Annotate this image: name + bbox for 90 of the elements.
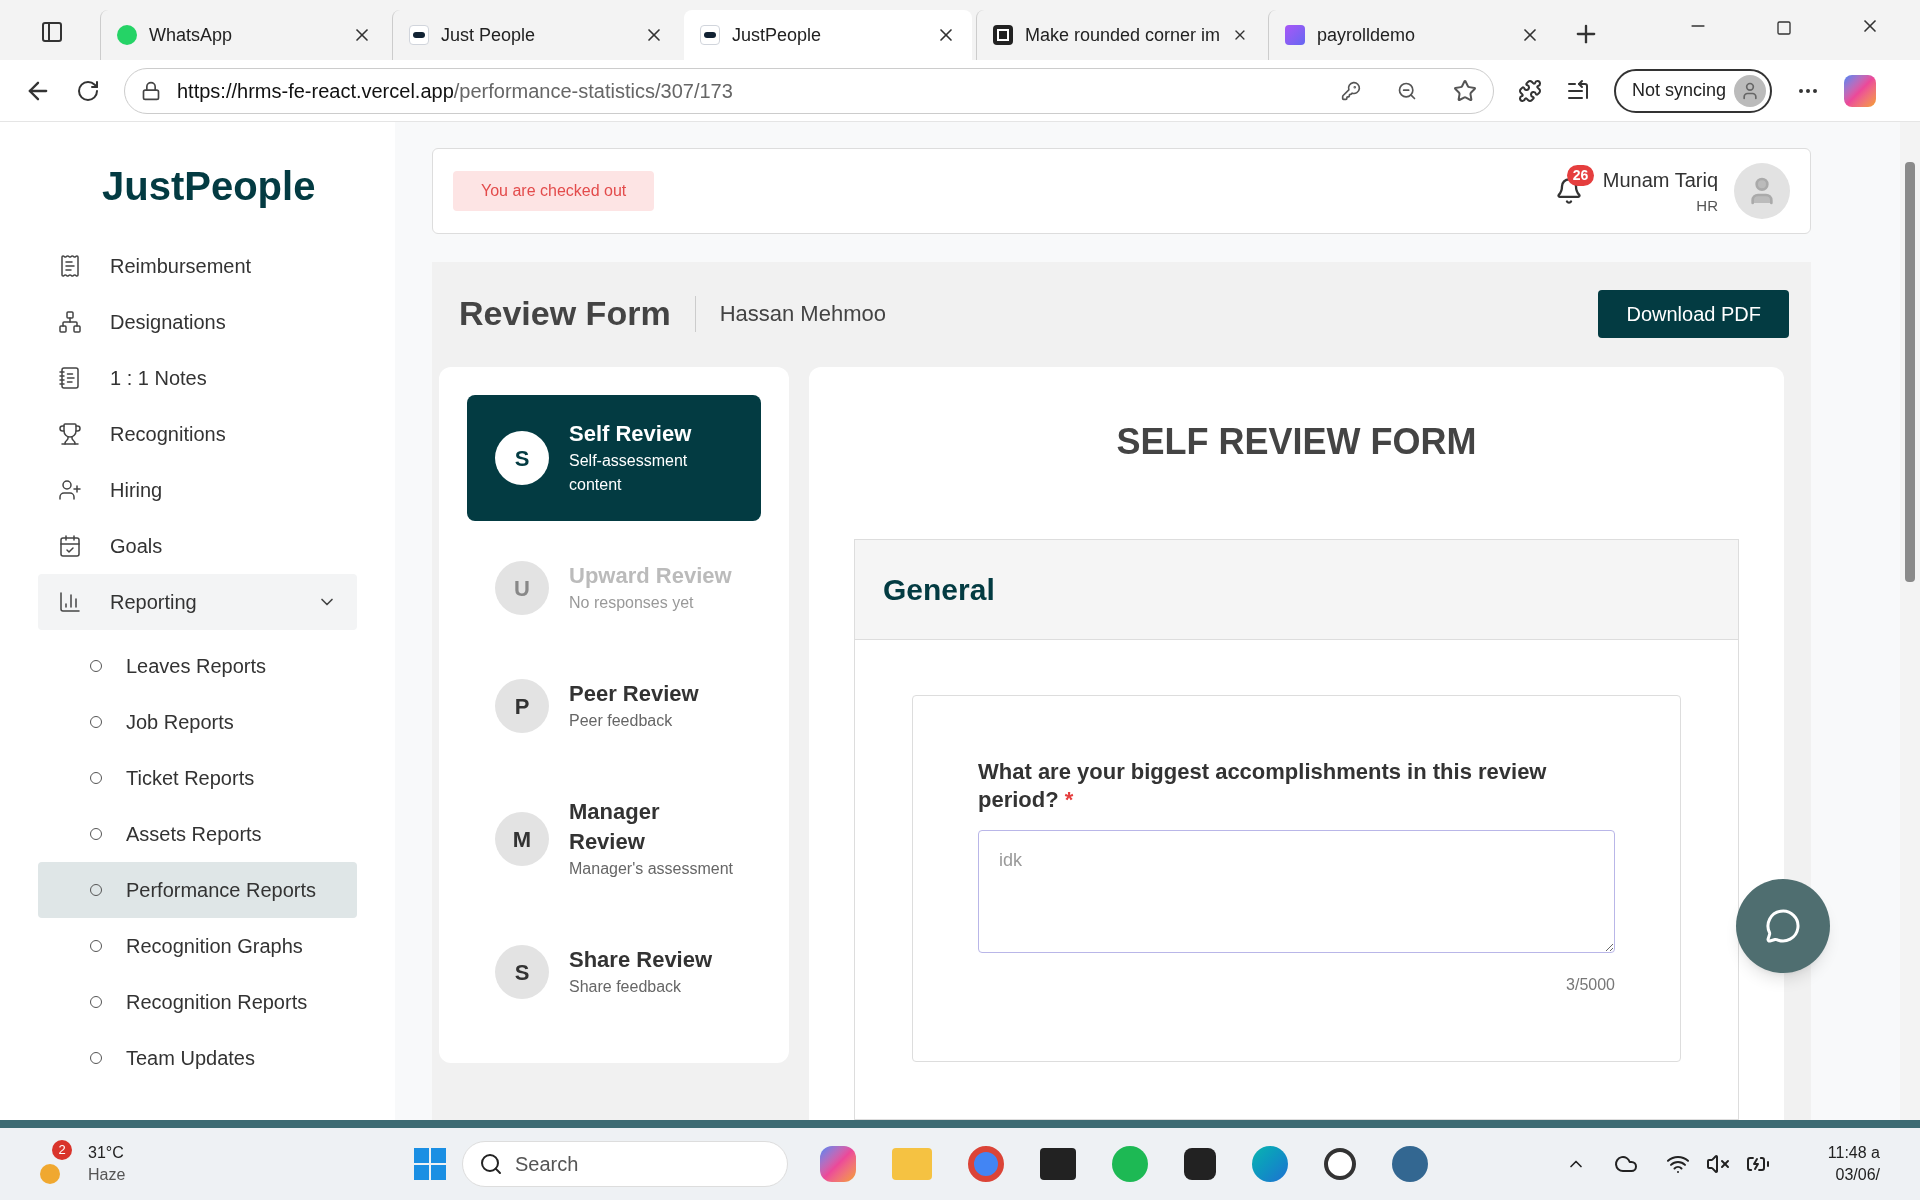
sidebar-item[interactable]: Goals [38, 518, 357, 574]
user-role: HR [1696, 195, 1718, 216]
trophy-icon [58, 422, 82, 446]
search-icon [479, 1152, 503, 1176]
submenu-item[interactable]: Assets Reports [38, 806, 357, 862]
character-count: 3/5000 [1566, 975, 1615, 995]
question-text: What are your biggest accomplishments in this review period? * [978, 758, 1548, 814]
url-text: https://hrms-fe-react.vercel.app/performance-statistics/307/173 [177, 78, 734, 104]
record-icon[interactable] [1324, 1148, 1356, 1180]
maximize-icon[interactable] [1776, 20, 1792, 36]
notes-icon [58, 366, 82, 390]
step-subtitle: Manager's assessment [569, 859, 733, 879]
weather-condition: Haze [88, 1165, 127, 1185]
copilot-icon[interactable] [1844, 74, 1877, 107]
employee-name: Hassan Mehmoo [719, 300, 886, 328]
step-subtitle: No responses yet [569, 593, 695, 613]
step-subtitle: Self-assessment content [569, 451, 689, 495]
sidebar-item[interactable]: Reporting [38, 574, 357, 630]
tab-title: JustPeople [732, 23, 823, 47]
step-subtitle: Peer feedback [569, 711, 674, 731]
step-title: Upward Review [569, 562, 733, 590]
section-title: General [883, 572, 995, 608]
tab-title: Just People [441, 23, 537, 47]
weather-badge: 2 [52, 1140, 72, 1160]
logo-icon [1285, 25, 1305, 45]
app-logo[interactable]: JustPeople [102, 156, 395, 216]
step-avatar: P [495, 679, 549, 733]
step-subtitle: Share feedback [569, 977, 683, 997]
submenu-item[interactable]: Team Updates [38, 1030, 357, 1086]
sidebar-item[interactable]: Hiring [38, 462, 357, 518]
tab-title: WhatsApp [149, 23, 234, 47]
profile-button[interactable]: Not syncing [1614, 68, 1773, 113]
sidebar-toggle-icon[interactable] [40, 20, 64, 44]
logo-icon [409, 25, 429, 45]
step-title: Manager Review [569, 798, 661, 856]
logo-icon [993, 25, 1013, 45]
calendar-icon [58, 534, 82, 558]
notification-count: 26 [1566, 165, 1595, 186]
user-name: Munam Tariq [1602, 167, 1718, 193]
app-icon[interactable] [1184, 1148, 1216, 1180]
windows-start-icon[interactable] [414, 1148, 446, 1180]
form-title: SELF REVIEW FORM [1116, 420, 1477, 464]
mute-icon[interactable] [1706, 1152, 1730, 1176]
chart-icon [58, 590, 82, 614]
scrollbar[interactable] [1900, 122, 1920, 1120]
step-avatar: M [495, 812, 549, 866]
star-icon[interactable] [1453, 78, 1477, 103]
submenu-item[interactable]: Recognition Reports [38, 974, 357, 1030]
step-title: Share Review [569, 946, 714, 974]
lock-icon [141, 80, 161, 101]
key-icon[interactable] [1341, 80, 1361, 101]
submenu-item[interactable]: Leaves Reports [38, 638, 357, 694]
taskbar-search-field[interactable]: Search [462, 1141, 788, 1187]
zoom-out-icon[interactable] [1397, 80, 1417, 101]
copilot-icon[interactable] [820, 1146, 856, 1182]
step-title: Self Review [569, 420, 693, 448]
status-badge: You are checked out [453, 171, 655, 211]
sidebar-item[interactable]: 1 : 1 Notes [38, 350, 357, 406]
chat-icon [1765, 908, 1801, 944]
step-avatar: S [495, 431, 549, 485]
sidebar-item[interactable]: Designations [38, 294, 357, 350]
logo-icon [700, 25, 720, 45]
browser-tab[interactable]: JustPeople [684, 10, 972, 60]
submenu-item[interactable]: Job Reports [38, 694, 357, 750]
download-pdf-button[interactable]: Download PDF [1598, 289, 1789, 338]
step-avatar: S [495, 945, 549, 999]
temperature: 31°C [88, 1143, 125, 1163]
avatar-icon [1734, 74, 1767, 107]
extensions-icon[interactable] [1518, 78, 1542, 103]
clock-date: 03/06/ [1835, 1165, 1880, 1185]
sidebar-item[interactable]: Reimbursement [38, 238, 357, 294]
submenu-item[interactable]: Performance Reports [38, 862, 357, 918]
network-icon [58, 310, 82, 334]
user-plus-icon [58, 478, 82, 502]
review-step[interactable]: S Share Review Share feedback [467, 921, 761, 1023]
page-title: Review Form [459, 293, 671, 334]
review-step[interactable]: M Manager Review Manager's assessment [467, 773, 761, 905]
review-step[interactable]: S Self Review Self-assessment content [467, 395, 761, 521]
step-title: Peer Review [569, 680, 700, 708]
refresh-icon[interactable] [76, 78, 100, 103]
step-avatar: U [495, 561, 549, 615]
submenu-item[interactable]: Ticket Reports [38, 750, 357, 806]
sidebar-item[interactable]: Recognitions [38, 406, 357, 462]
receipt-icon [58, 254, 82, 278]
submenu-item[interactable]: Recognition Graphs [38, 918, 357, 974]
clock-time: 11:48 a [1827, 1143, 1880, 1163]
avatar-icon [1734, 163, 1790, 219]
tab-title: payrolldemo [1317, 23, 1417, 47]
tab-title: Make rounded corner im [1025, 23, 1221, 47]
review-step[interactable]: P Peer Review Peer feedback [467, 655, 761, 757]
